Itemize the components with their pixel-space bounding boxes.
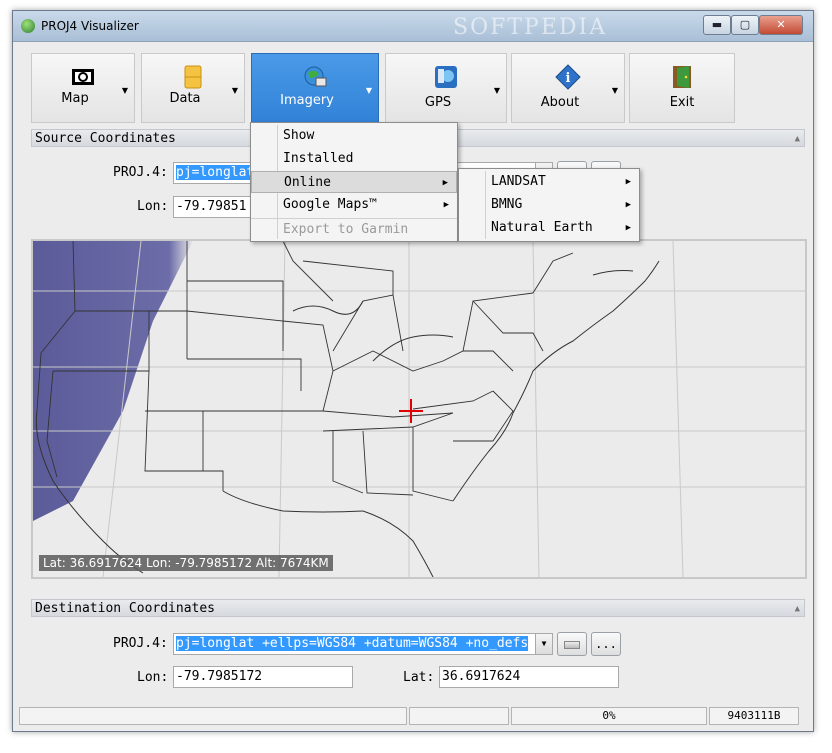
globe-monitor-icon	[304, 66, 327, 87]
chevron-down-icon[interactable]: ▼	[232, 86, 238, 95]
destination-lon-field[interactable]: -79.7985172	[173, 666, 353, 688]
submenu-item-natural-earth[interactable]: Natural Earth ▶	[459, 217, 639, 239]
source-coordinates-title: Source Coordinates	[35, 131, 176, 146]
menu-item-export-garmin: Export to Garmin	[251, 218, 457, 240]
about-button-label: About	[540, 95, 580, 110]
destination-proj-label: PROJ.4:	[113, 636, 168, 651]
destination-lat-field[interactable]: 36.6917624	[439, 666, 619, 688]
gps-button-label: GPS	[424, 95, 452, 110]
chevron-down-icon[interactable]: ▼	[366, 86, 372, 95]
imagery-menu: Show Installed Online ▶ Google Maps™ ▶ Exp…	[250, 122, 458, 242]
submenu-item-bmng-label: BMNG	[491, 197, 523, 212]
toolbar: Map ▼ Data ▼ Imagery ▼ GPS ▼ i About ▼ E…	[13, 47, 813, 131]
close-button[interactable]: ✕	[759, 15, 803, 35]
map-button[interactable]: Map ▼	[31, 53, 135, 123]
memory-usage: 9403111B	[709, 707, 799, 725]
menu-item-online-label: Online	[284, 175, 331, 190]
source-lon-label: Lon:	[137, 199, 169, 214]
destination-more-button[interactable]: ...	[591, 632, 621, 656]
map-status-readout: Lat: 36.6917624 Lon: -79.7985172 Alt: 76…	[39, 555, 333, 571]
exit-button[interactable]: Exit	[629, 53, 735, 123]
camera-icon	[72, 69, 94, 85]
maximize-button[interactable]: ▢	[731, 15, 759, 35]
chevron-down-icon[interactable]: ▼	[535, 634, 552, 654]
chevron-down-icon[interactable]: ▼	[612, 86, 618, 95]
chevron-down-icon[interactable]: ▼	[122, 86, 128, 95]
submenu-item-landsat-label: LANDSAT	[491, 174, 546, 189]
data-button-label: Data	[169, 91, 201, 106]
about-button[interactable]: i About ▼	[511, 53, 625, 123]
status-panel-main	[19, 707, 407, 725]
minus-icon	[564, 641, 580, 649]
app-globe-icon	[21, 19, 35, 33]
exit-door-icon	[673, 66, 691, 88]
menu-item-google-maps-label: Google Maps™	[283, 197, 377, 212]
main-window: PROJ4 Visualizer SOFTPEDIA ▬ ▢ ✕ Map ▼ D…	[12, 10, 814, 732]
destination-lat-label: Lat:	[403, 670, 435, 685]
status-bar: 0% 9403111B	[13, 705, 813, 729]
chevron-right-icon: ▶	[442, 178, 448, 188]
watermark: SOFTPEDIA	[453, 15, 608, 40]
exit-button-label: Exit	[669, 95, 695, 110]
map-button-label: Map	[61, 91, 89, 106]
online-submenu: LANDSAT ▶ BMNG ▶ Natural Earth ▶	[458, 168, 640, 242]
destination-proj-combo[interactable]: pj=longlat +ellps=WGS84 +datum=WGS84 +no…	[173, 633, 553, 655]
map-view[interactable]: Lat: 36.6917624 Lon: -79.7985172 Alt: 76…	[31, 239, 807, 579]
submenu-item-natural-earth-label: Natural Earth	[491, 220, 593, 235]
gps-button[interactable]: GPS ▼	[385, 53, 507, 123]
destination-coordinates-header[interactable]: Destination Coordinates ▲	[31, 599, 805, 617]
destination-proj-value: pj=longlat +ellps=WGS84 +datum=WGS84 +no…	[176, 636, 529, 651]
menu-item-installed[interactable]: Installed	[251, 148, 457, 170]
chevron-right-icon: ▶	[625, 177, 631, 187]
chevron-right-icon: ▶	[625, 223, 631, 233]
collapse-icon[interactable]: ▲	[795, 130, 800, 148]
chevron-down-icon[interactable]: ▼	[494, 86, 500, 95]
menu-item-installed-label: Installed	[283, 151, 354, 166]
progress-indicator: 0%	[511, 707, 707, 725]
imagery-button[interactable]: Imagery ▼	[251, 53, 379, 131]
chevron-right-icon: ▶	[443, 200, 449, 210]
collapse-icon[interactable]: ▲	[795, 600, 800, 618]
destination-lon-label: Lon:	[137, 670, 169, 685]
destination-coordinates-title: Destination Coordinates	[35, 601, 216, 616]
info-icon: i	[555, 64, 581, 90]
svg-text:i: i	[566, 71, 571, 86]
chevron-right-icon: ▶	[625, 200, 631, 210]
gps-device-icon	[435, 66, 457, 88]
status-panel-blank	[409, 707, 509, 725]
imagery-button-label: Imagery	[280, 93, 334, 108]
menu-item-google-maps[interactable]: Google Maps™ ▶	[251, 194, 457, 216]
database-icon	[184, 65, 202, 89]
minimize-button[interactable]: ▬	[703, 15, 731, 35]
submenu-item-bmng[interactable]: BMNG ▶	[459, 194, 639, 216]
menu-item-show[interactable]: Show	[251, 125, 457, 147]
window-title: PROJ4 Visualizer	[41, 19, 139, 33]
menu-item-show-label: Show	[283, 128, 315, 143]
menu-item-online[interactable]: Online ▶	[251, 171, 457, 193]
title-bar: PROJ4 Visualizer SOFTPEDIA ▬ ▢ ✕	[13, 11, 813, 42]
submenu-item-landsat[interactable]: LANDSAT ▶	[459, 171, 639, 193]
menu-item-export-garmin-label: Export to Garmin	[283, 222, 409, 237]
destination-settings-button[interactable]	[557, 632, 587, 656]
source-proj-label: PROJ.4:	[113, 165, 168, 180]
source-proj-value: pj=longlat	[176, 165, 255, 180]
data-button[interactable]: Data ▼	[141, 53, 245, 123]
map-canvas[interactable]	[33, 241, 805, 577]
